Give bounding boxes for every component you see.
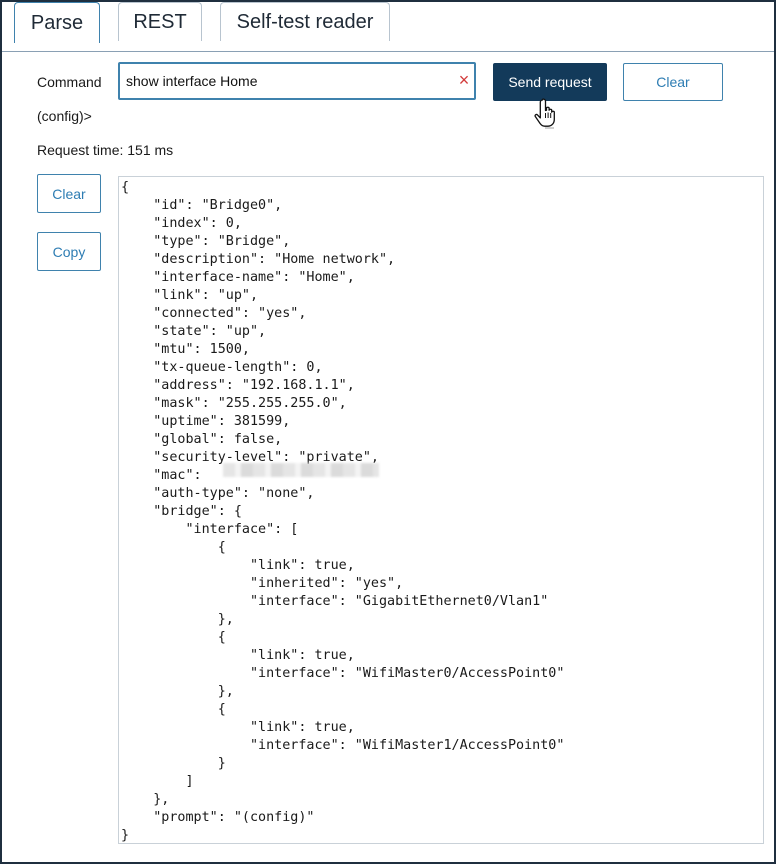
clear-command-label: Clear — [656, 74, 690, 90]
clear-command-button[interactable]: Clear — [623, 63, 723, 101]
hand-cursor-icon — [534, 98, 555, 129]
tab-parse-label: Parse — [30, 11, 84, 34]
send-request-button[interactable]: Send request — [493, 63, 607, 101]
tab-rest[interactable]: REST — [118, 2, 202, 41]
redacted-mac-value — [223, 463, 379, 477]
tab-self-test-reader-label: Self-test reader — [236, 10, 374, 33]
command-label: Command — [37, 74, 102, 90]
tab-self-test-reader[interactable]: Self-test reader — [220, 2, 390, 41]
send-request-label: Send request — [508, 74, 592, 90]
response-json: { "id": "Bridge0", "index": 0, "type": "… — [121, 180, 565, 843]
cli-prompt: (config)> — [37, 108, 92, 124]
response-output[interactable]: { "id": "Bridge0", "index": 0, "type": "… — [118, 176, 764, 844]
clear-output-label: Clear — [52, 185, 86, 202]
tab-rest-label: REST — [133, 10, 187, 33]
close-icon[interactable]: × — [456, 71, 472, 89]
clear-output-button[interactable]: Clear — [37, 174, 101, 213]
tab-parse[interactable]: Parse — [14, 2, 100, 43]
request-time: Request time: 151 ms — [37, 142, 174, 158]
tab-bar-divider — [2, 51, 774, 52]
app-frame: Parse REST Self-test reader Command × Se… — [0, 0, 776, 864]
copy-output-button[interactable]: Copy — [37, 232, 101, 271]
command-input[interactable] — [118, 62, 476, 100]
copy-output-label: Copy — [52, 243, 86, 260]
